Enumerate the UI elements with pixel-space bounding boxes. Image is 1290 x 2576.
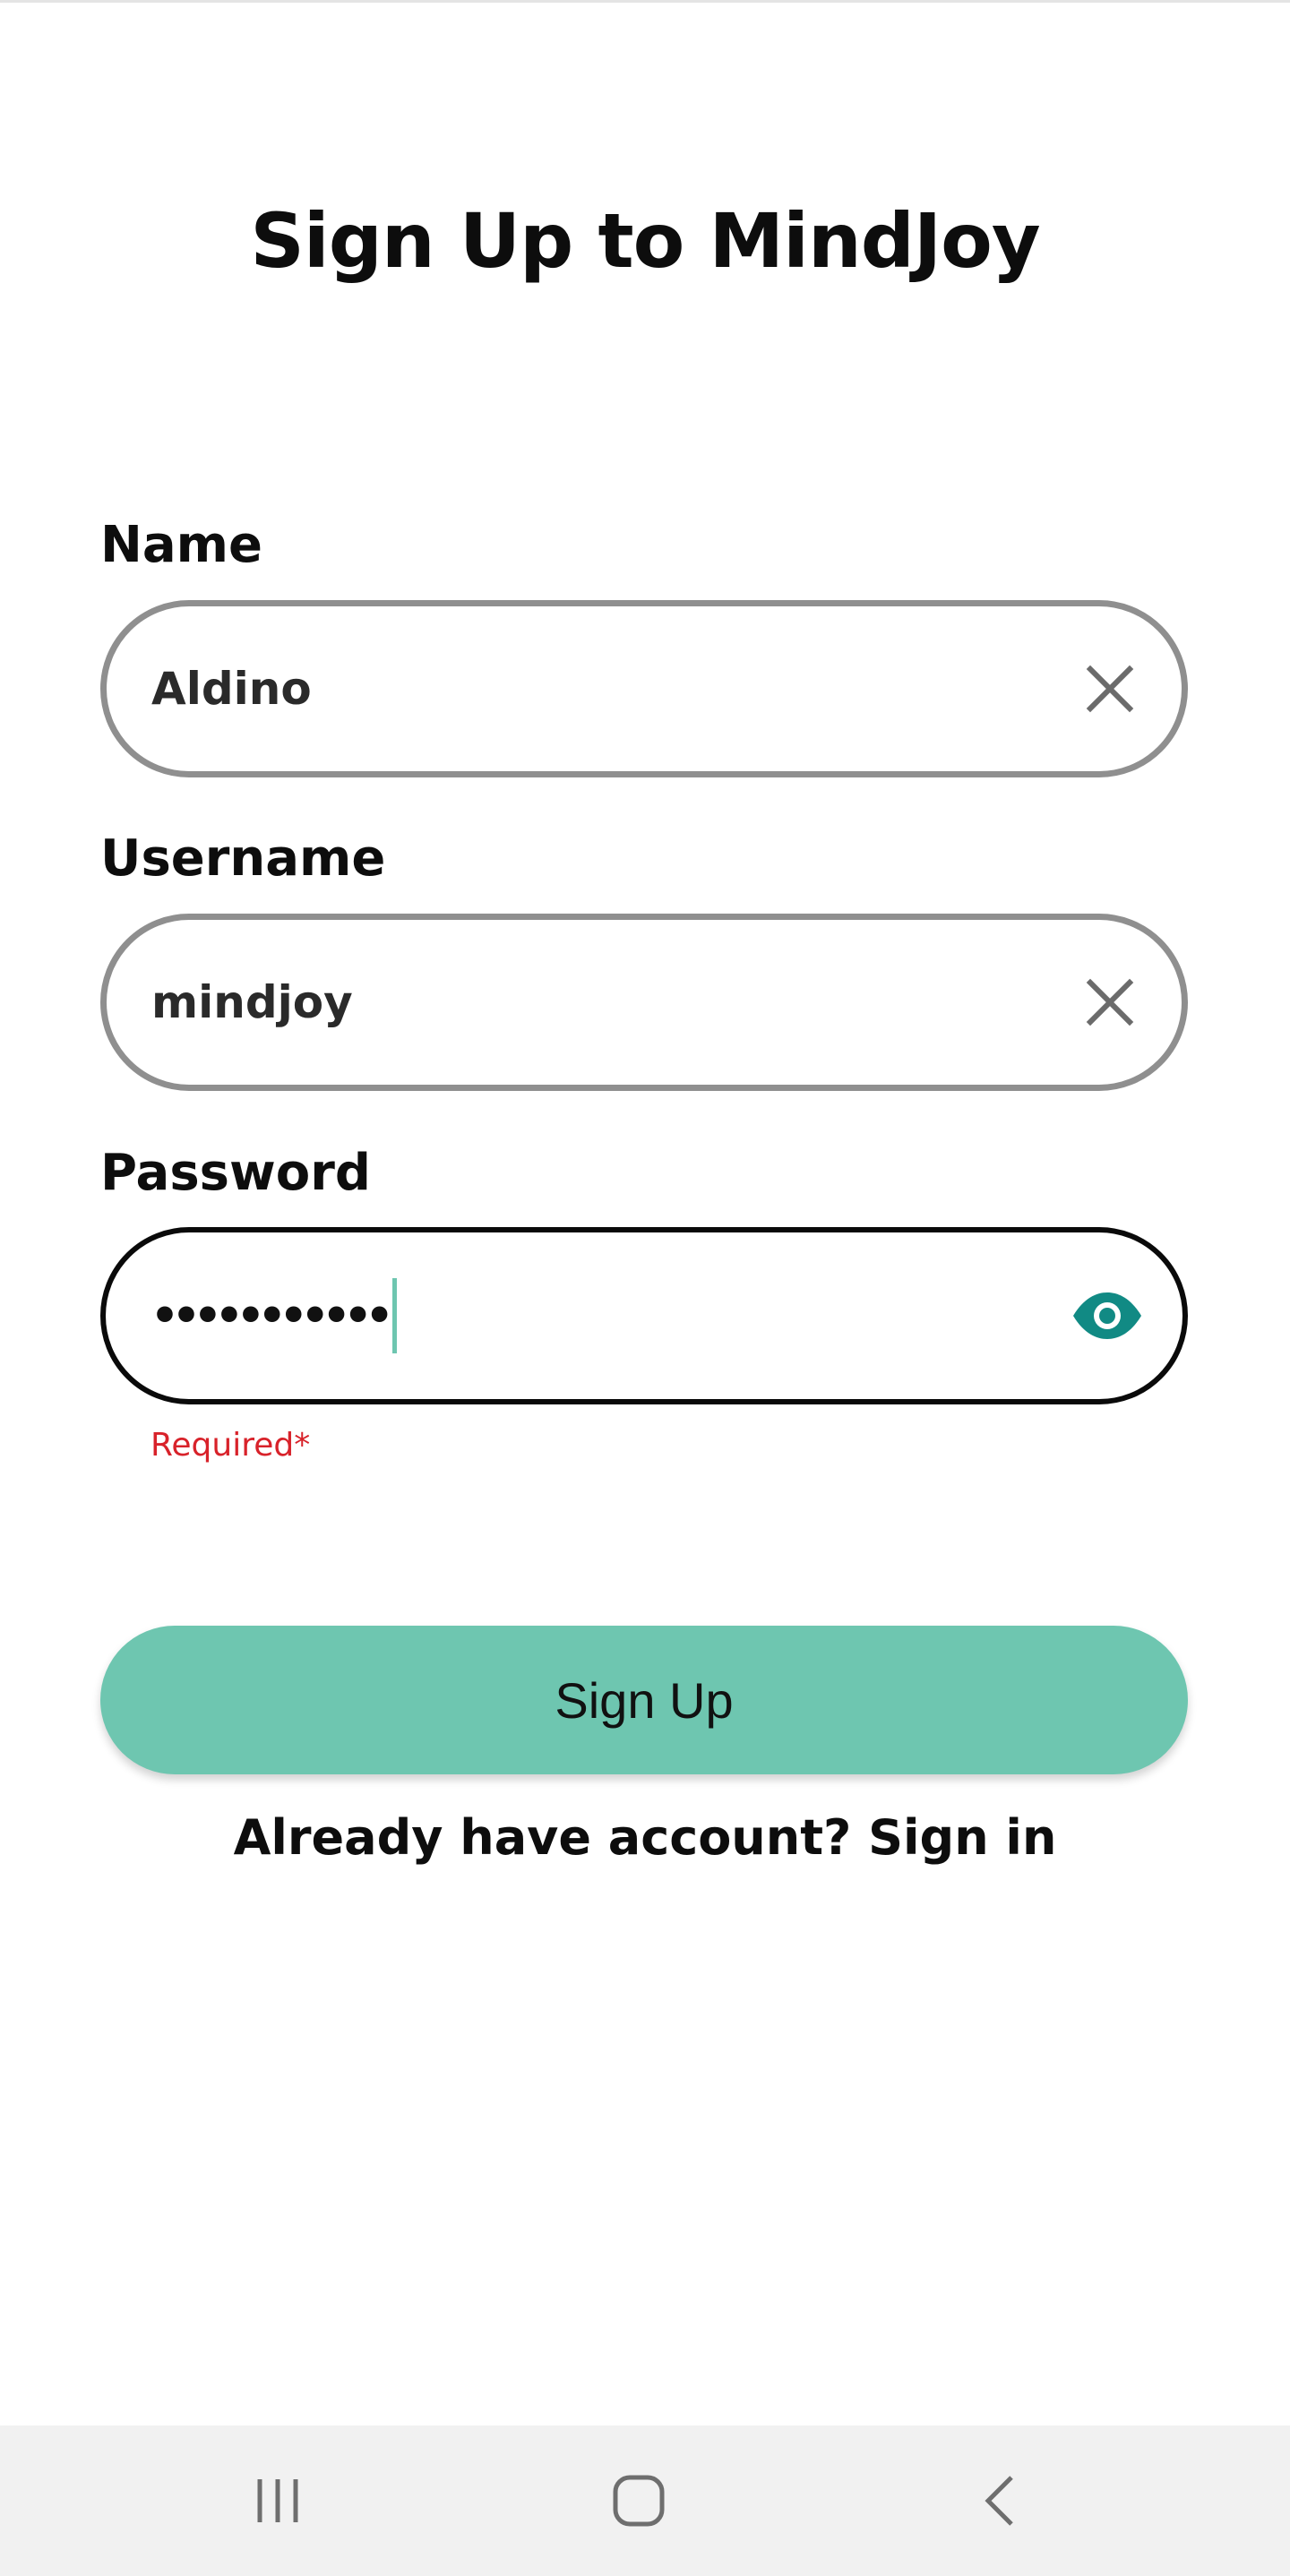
password-error-message: Required* — [150, 1427, 311, 1464]
close-icon — [1086, 978, 1134, 1026]
back-button[interactable] — [937, 2447, 1062, 2555]
username-field[interactable]: mindjoy — [100, 914, 1188, 1091]
recent-apps-button[interactable] — [215, 2447, 340, 2555]
eye-icon — [1073, 1292, 1141, 1339]
system-navigation-bar — [0, 2426, 1290, 2576]
name-field[interactable]: Aldino — [100, 600, 1188, 777]
text-cursor — [391, 1278, 397, 1353]
sign-in-link[interactable]: Already have account? Sign in — [0, 1809, 1290, 1866]
password-field[interactable]: ••••••••••• — [100, 1227, 1188, 1404]
home-button[interactable] — [576, 2447, 701, 2555]
page-title: Sign Up to MindJoy — [250, 197, 1040, 285]
back-icon — [985, 2476, 1013, 2526]
sign-up-button[interactable]: Sign Up — [100, 1626, 1188, 1774]
clear-name-button[interactable] — [1074, 653, 1146, 725]
home-icon — [613, 2475, 665, 2527]
password-input-area: ••••••••••• — [150, 1278, 397, 1353]
password-masked-value: ••••••••••• — [150, 1290, 394, 1342]
name-value: Aldino — [151, 663, 312, 715]
close-icon — [1086, 665, 1134, 713]
password-label: Password — [100, 1144, 371, 1202]
name-label: Name — [100, 516, 262, 574]
signup-screen: Sign Up to MindJoy Name Aldino Username … — [0, 0, 1290, 2576]
username-label: Username — [100, 829, 386, 888]
top-divider — [0, 0, 1290, 3]
clear-username-button[interactable] — [1074, 966, 1146, 1038]
toggle-password-visibility-button[interactable] — [1062, 1280, 1152, 1352]
username-value: mindjoy — [151, 976, 353, 1028]
recent-apps-icon — [257, 2479, 298, 2522]
